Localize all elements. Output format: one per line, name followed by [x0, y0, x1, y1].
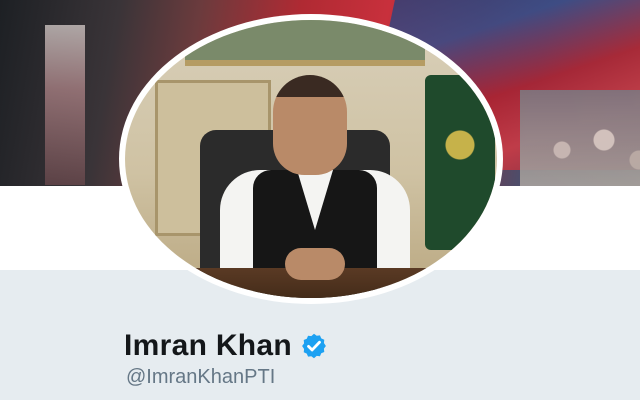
- profile-avatar[interactable]: [125, 20, 497, 298]
- profile-display-name[interactable]: Imran Khan: [124, 329, 292, 363]
- avatar-person-hands: [285, 248, 345, 280]
- verified-badge-icon[interactable]: [300, 332, 328, 360]
- banner-crowd: [520, 90, 640, 186]
- profile-handle[interactable]: @ImranKhanPTI: [126, 366, 275, 389]
- avatar-wall-frame: [185, 20, 425, 66]
- banner-pole: [45, 25, 85, 185]
- avatar-person-head: [273, 75, 347, 175]
- profile-name-row: Imran Khan: [124, 327, 328, 365]
- avatar-state-emblem: [425, 75, 495, 250]
